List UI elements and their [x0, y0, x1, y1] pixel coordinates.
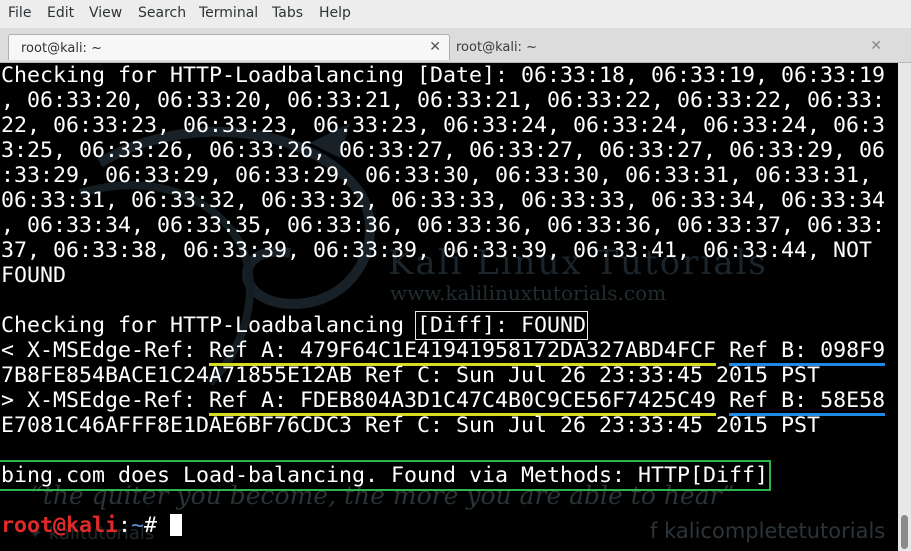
ref-line-2-cont: E7081C46AFFF8E1DAE6BF76CDC3 Ref C: Sun J…	[1, 413, 821, 438]
menu-file[interactable]: File	[8, 5, 31, 21]
tab-label: root@kali: ~	[456, 40, 537, 55]
ref-a-value: Ref A: 479F64C1E41941958172DA327ABD4FCF	[209, 338, 717, 366]
output-line: , 06:33:20, 06:33:20, 06:33:21, 06:33:21…	[1, 88, 886, 113]
ref-b-value: Ref B: 58E58	[729, 388, 886, 416]
scrollbar-thumb[interactable]	[901, 515, 908, 549]
ref-line-2: > X-MSEdge-Ref: Ref A: FDEB804A3D1C47C4B…	[1, 388, 886, 416]
diff-check-line: Checking for HTTP-Loadbalancing [Diff]: …	[1, 311, 885, 340]
ref-a-value: Ref A: FDEB804A3D1C47C4B0C9CE56F7425C49	[209, 388, 717, 416]
output-line: 37, 06:33:38, 06:33:39, 06:33:39, 06:33:…	[1, 238, 873, 263]
tab-bar: root@kali: ~ ✕ root@kali: ~ ✕	[0, 28, 911, 63]
diff-check-prefix: Checking for HTTP-Loadbalancing	[1, 313, 418, 338]
menu-help[interactable]: Help	[319, 5, 351, 21]
prompt-symbol: #	[144, 513, 171, 538]
menubar: File Edit View Search Terminal Tabs Help	[0, 0, 911, 28]
text-cursor	[170, 514, 183, 536]
tab-root-kali-2[interactable]: root@kali: ~ ✕	[452, 34, 892, 60]
ref-line-1: < X-MSEdge-Ref: Ref A: 479F64C1E41941958…	[1, 338, 886, 366]
ref-header: > X-MSEdge-Ref:	[1, 388, 210, 413]
diff-found-highlight: [Diff]: FOUND	[415, 311, 589, 340]
prompt-separator: :	[118, 513, 132, 538]
prompt-dir: ~	[131, 513, 145, 538]
menu-search[interactable]: Search	[138, 5, 186, 21]
menu-view[interactable]: View	[89, 5, 122, 21]
menu-edit[interactable]: Edit	[47, 5, 74, 21]
tab-label: root@kali: ~	[21, 41, 102, 56]
output-line: 3:25, 06:33:26, 06:33:26, 06:33:27, 06:3…	[1, 138, 886, 163]
result-highlight: bing.com does Load-balancing. Found via …	[0, 460, 772, 491]
tab-root-kali-1[interactable]: root@kali: ~ ✕	[8, 34, 450, 60]
output-line: Checking for HTTP-Loadbalancing [Date]: …	[1, 63, 886, 88]
ref-line-1-cont: 7B8FE854BACE1C24A71855E12AB Ref C: Sun J…	[1, 363, 821, 388]
menu-tabs[interactable]: Tabs	[272, 5, 303, 21]
output-line: 06:33:31, 06:33:32, 06:33:32, 06:33:33, …	[1, 188, 886, 213]
output-line: :33:29, 06:33:29, 06:33:29, 06:33:30, 06…	[1, 163, 873, 188]
ref-header: < X-MSEdge-Ref:	[1, 338, 210, 363]
terminal-area[interactable]: Kali Linux Tutorials www.kalilinuxtutori…	[0, 63, 898, 551]
output-line: FOUND	[1, 263, 67, 288]
close-icon[interactable]: ✕	[870, 38, 882, 54]
vertical-scrollbar[interactable]	[898, 63, 911, 551]
menu-terminal[interactable]: Terminal	[199, 5, 258, 21]
prompt-user: root@kali	[1, 513, 119, 538]
result-line: bing.com does Load-balancing. Found via …	[0, 460, 885, 491]
ref-b-value: Ref B: 098F9	[729, 338, 886, 366]
terminal-output: Checking for HTTP-Loadbalancing [Date]: …	[0, 63, 886, 538]
output-line: , 06:33:34, 06:33:35, 06:33:36, 06:33:36…	[1, 213, 886, 238]
close-icon[interactable]: ✕	[429, 39, 441, 55]
output-line: 22, 06:33:23, 06:33:23, 06:33:23, 06:33:…	[1, 113, 886, 138]
prompt-line[interactable]: root@kali:~#	[1, 513, 885, 538]
